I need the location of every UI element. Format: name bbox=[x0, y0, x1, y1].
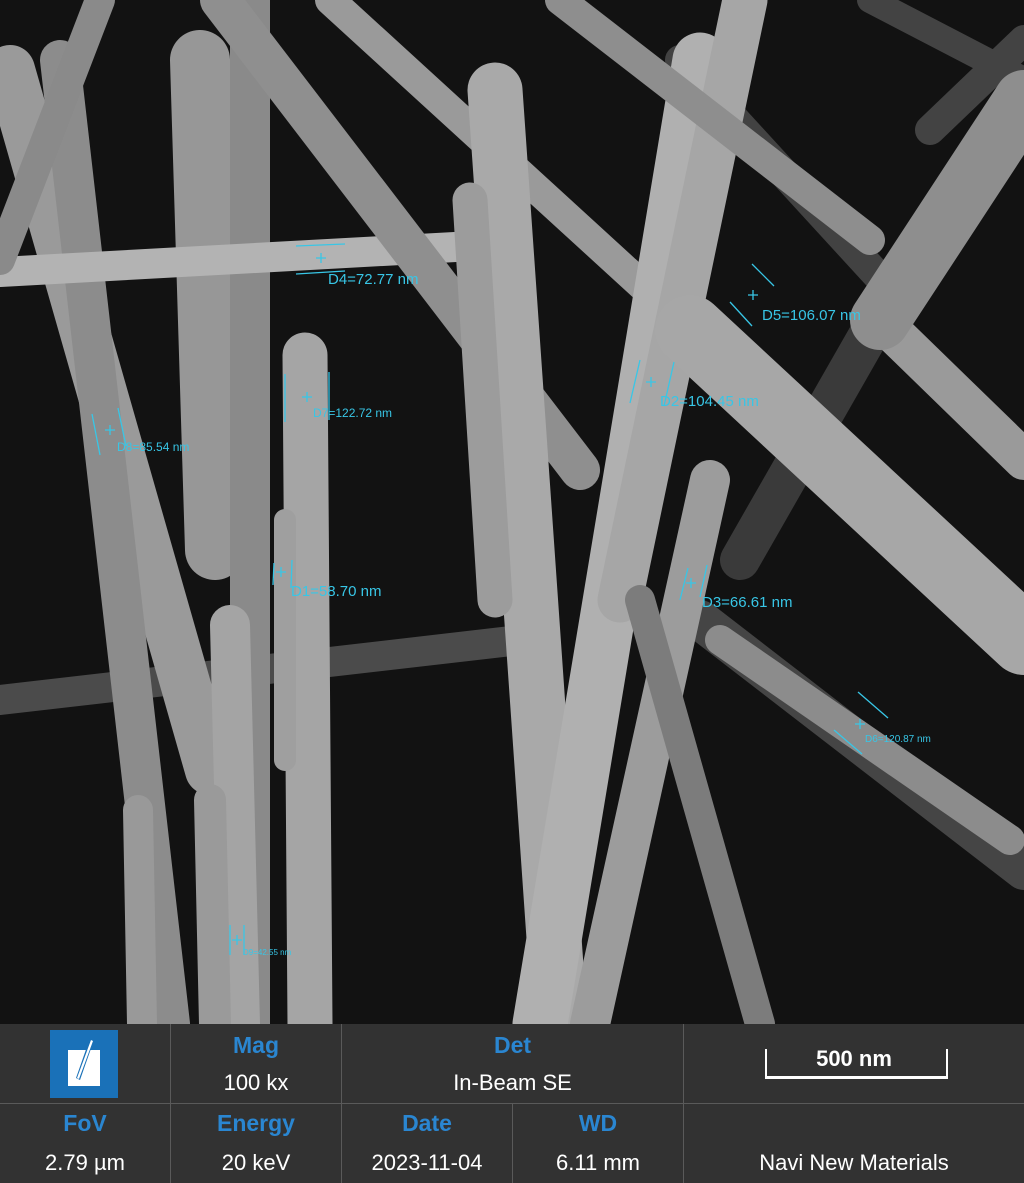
info-panel: Mag 100 kx Det In-Beam SE 500 nm FoV 2.7… bbox=[0, 1024, 1024, 1183]
measurement-d8-label: D8=85.54 nm bbox=[117, 440, 189, 454]
measurement-d6-label: D6=120.87 nm bbox=[865, 734, 931, 745]
mag-value: 100 kx bbox=[223, 1070, 289, 1095]
det-value: In-Beam SE bbox=[453, 1070, 572, 1095]
fov-cell: FoV 2.79 µm bbox=[0, 1104, 171, 1183]
date-label: Date bbox=[402, 1110, 452, 1136]
fov-value: 2.79 µm bbox=[45, 1150, 125, 1175]
mag-label: Mag bbox=[233, 1032, 279, 1058]
fov-label: FoV bbox=[63, 1110, 107, 1136]
nanorod-image: D1=58.70 nm D2=104.45 nm D3=66.61 nm D4=… bbox=[0, 0, 1024, 1024]
measurement-d2-label: D2=104.45 nm bbox=[660, 393, 759, 410]
organization-name: Navi New Materials bbox=[759, 1150, 949, 1175]
date-cell: Date 2023-11-04 bbox=[342, 1104, 513, 1183]
scale-bar bbox=[765, 1049, 948, 1079]
scale-bar-cell: 500 nm bbox=[684, 1024, 1024, 1104]
measurement-d9-label: D9=42.55 nm bbox=[243, 948, 292, 957]
energy-value: 20 keV bbox=[221, 1150, 291, 1175]
measurement-d4-label: D4=72.77 nm bbox=[328, 271, 418, 288]
det-label: Det bbox=[493, 1032, 532, 1058]
org-cell: Navi New Materials bbox=[684, 1104, 1024, 1183]
measurement-d7-label: D7=122.72 nm bbox=[313, 406, 392, 420]
mag-cell: Mag 100 kx bbox=[171, 1024, 342, 1104]
logo-cell bbox=[0, 1024, 171, 1104]
measurement-d1-label: D1=58.70 nm bbox=[291, 583, 381, 600]
wd-cell: WD 6.11 mm bbox=[513, 1104, 684, 1183]
sem-micrograph: D1=58.70 nm D2=104.45 nm D3=66.61 nm D4=… bbox=[0, 0, 1024, 1024]
energy-label: Energy bbox=[217, 1110, 295, 1136]
sem-instrument-logo-icon bbox=[50, 1030, 118, 1098]
energy-cell: Energy 20 keV bbox=[171, 1104, 342, 1183]
date-value: 2023-11-04 bbox=[371, 1150, 483, 1175]
wd-value: 6.11 mm bbox=[556, 1150, 640, 1175]
sem-viewer: D1=58.70 nm D2=104.45 nm D3=66.61 nm D4=… bbox=[0, 0, 1024, 1183]
wd-label: WD bbox=[578, 1110, 618, 1136]
measurement-d5-label: D5=106.07 nm bbox=[762, 307, 861, 324]
measurement-d3-label: D3=66.61 nm bbox=[702, 594, 792, 611]
det-cell: Det In-Beam SE bbox=[342, 1024, 684, 1104]
